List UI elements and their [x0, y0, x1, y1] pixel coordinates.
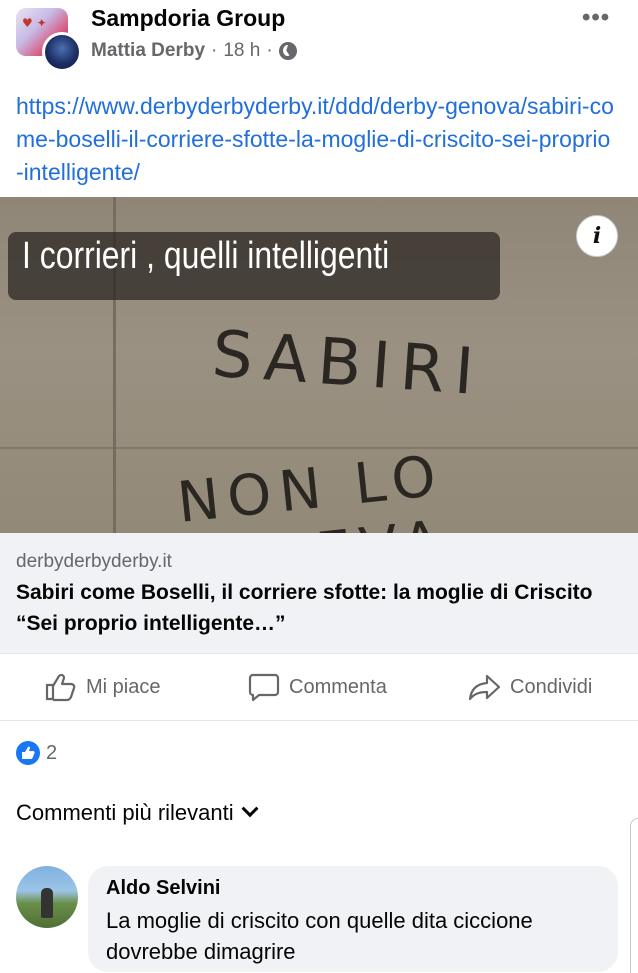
commenter-name[interactable]: Aldo Selvini: [106, 877, 220, 900]
speech-bubble-icon: [248, 673, 280, 702]
preview-title: Sabiri come Boselli, il corriere sfotte:…: [16, 581, 593, 635]
sort-label: Commenti più rilevanti: [16, 800, 234, 825]
comment-sort-dropdown[interactable]: Commenti più rilevanti: [16, 800, 259, 826]
link-preview-image[interactable]: I corrieri , quelli intelligenti SABIRI …: [0, 197, 638, 533]
post-time[interactable]: 18 h: [223, 40, 260, 62]
handwritten-text: NON LO SAPEVA: [174, 443, 451, 533]
comment-text: La moglie di criscito con quelle dita ci…: [106, 908, 533, 964]
preview-domain: derbyderbyderby.it: [16, 551, 172, 572]
action-bar: Mi piace Commenta Condividi: [0, 653, 638, 721]
share-arrow-icon: [468, 674, 501, 701]
like-reaction-icon: [16, 741, 40, 765]
thumbs-up-icon: [45, 673, 76, 702]
like-label: Mi piace: [86, 675, 161, 698]
more-options-icon[interactable]: •••: [582, 4, 610, 32]
link-preview-card[interactable]: derbyderbyderby.it Sabiri come Boselli, …: [0, 533, 638, 653]
share-button[interactable]: Condividi: [468, 672, 592, 702]
meta-separator: ·: [211, 40, 218, 61]
meta-separator: ·: [266, 40, 273, 61]
comment-label: Commenta: [289, 675, 387, 698]
post-header: ♥ ✦ Sampdoria Group Mattia Derby · 18 h …: [0, 0, 638, 80]
reactions-summary[interactable]: 2: [16, 741, 57, 765]
comment-bubble: Aldo Selvini La moglie di criscito con q…: [88, 866, 618, 972]
like-button[interactable]: Mi piace: [44, 672, 160, 702]
image-caption: I corrieri , quelli intelligenti: [22, 235, 390, 277]
scroll-edge: [630, 818, 638, 973]
group-name[interactable]: Sampdoria Group: [91, 5, 285, 32]
post-link[interactable]: https://www.derbyderbyderby.it/ddd/derby…: [16, 90, 616, 189]
info-icon[interactable]: i: [576, 215, 618, 257]
avatar-figure: [41, 888, 53, 918]
reaction-count: 2: [46, 741, 58, 764]
handwritten-text: SABIRI: [209, 317, 486, 411]
globe-icon: [278, 42, 297, 60]
post-meta: Mattia Derby · 18 h ·: [91, 40, 297, 62]
author-name[interactable]: Mattia Derby: [91, 40, 205, 62]
comment-button[interactable]: Commenta: [247, 672, 387, 702]
commenter-avatar[interactable]: [16, 866, 78, 928]
chevron-down-icon: [241, 800, 259, 818]
group-avatar[interactable]: ♥ ✦: [16, 8, 82, 72]
author-avatar[interactable]: [42, 32, 82, 72]
share-label: Condividi: [510, 675, 593, 698]
